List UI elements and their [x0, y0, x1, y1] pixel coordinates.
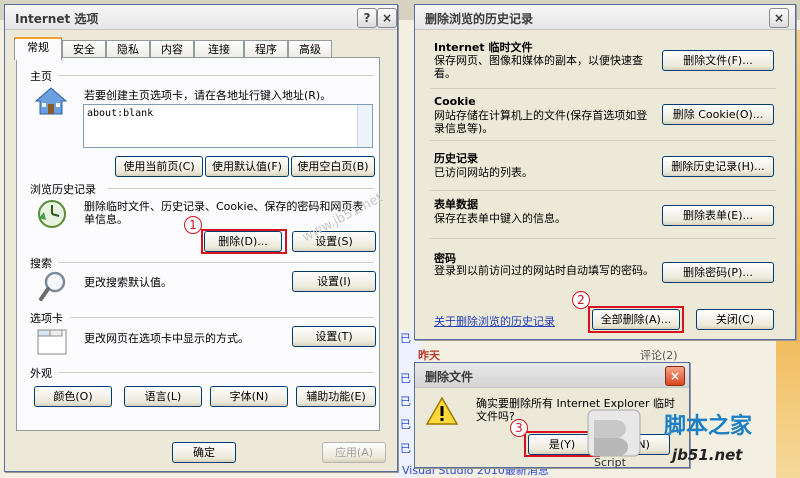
about-delete-history-link[interactable]: 关于删除浏览的历史记录 — [434, 313, 555, 329]
password-description: 登录到以前访问过的网站时自动填写的密码。 — [434, 264, 654, 277]
home-icon — [34, 87, 68, 115]
tabs-description: 更改网页在选项卡中显示的方式。 — [84, 332, 249, 345]
delete-history-title: 删除浏览的历史记录 — [425, 12, 534, 26]
bg-yesterday: 昨天 — [418, 349, 440, 362]
tabs-settings-button[interactable]: 设置(T) — [292, 326, 376, 347]
home-url-value: about:blank — [87, 108, 154, 119]
internet-options-titlebar: Internet 选项 ? × — [5, 5, 397, 30]
bg-snippet: 已 — [400, 418, 411, 431]
internet-options-title: Internet 选项 — [15, 12, 99, 26]
watermark-url: jb51.net — [672, 446, 743, 464]
close-button[interactable]: × — [665, 366, 685, 386]
colors-button[interactable]: 颜色(O) — [34, 386, 112, 407]
divider — [70, 317, 374, 318]
delete-cookies-button[interactable]: 删除 Cookie(O)... — [662, 104, 774, 125]
tab-content[interactable]: 内容 — [150, 40, 194, 58]
divider — [430, 238, 776, 239]
bg-snippet: 已 — [400, 395, 411, 408]
form-data-description: 保存在表单中键入的信息。 — [434, 212, 566, 225]
divider — [430, 190, 776, 191]
history-clock-icon — [38, 200, 66, 228]
annotation-marker-3: 3 — [510, 419, 528, 437]
search-settings-button[interactable]: 设置(I) — [292, 271, 376, 292]
search-description: 更改搜索默认值。 — [84, 276, 172, 289]
home-url-scrollbar[interactable] — [357, 105, 372, 147]
home-heading: 主页 — [30, 70, 52, 83]
divider — [430, 88, 776, 89]
fonts-button[interactable]: 字体(N) — [210, 386, 288, 407]
tabs-heading: 选项卡 — [30, 312, 63, 325]
search-heading: 搜索 — [30, 257, 52, 270]
delete-files-title: 删除文件 — [425, 370, 474, 384]
close-button[interactable]: × — [377, 8, 397, 28]
home-description: 若要创建主页选项卡，请在各地址行键入地址(R)。 — [84, 89, 332, 102]
appearance-heading: 外观 — [30, 367, 52, 380]
bg-snippet: 已 — [400, 442, 411, 455]
close-dialog-button[interactable]: 关闭(C) — [696, 309, 774, 330]
tab-programs[interactable]: 程序 — [244, 40, 288, 58]
annotation-marker-1: 1 — [184, 216, 202, 234]
divider — [58, 372, 374, 373]
annotation-highlight-1 — [201, 229, 287, 254]
warning-icon — [426, 396, 458, 425]
watermark-brand: 脚本之家 — [664, 414, 753, 439]
tab-general[interactable]: 常规 — [14, 37, 62, 60]
tab-connections[interactable]: 连接 — [194, 40, 244, 58]
delete-files-titlebar: 删除文件 × — [415, 363, 689, 388]
temp-files-description: 保存网页、图像和媒体的副本，以便快速查看。 — [434, 54, 643, 80]
bg-snippet: 已 — [400, 332, 411, 345]
delete-files-message: 确实要删除所有 Internet Explorer 临时文件吗? — [476, 397, 675, 423]
accessibility-button[interactable]: 辅助功能(E) — [296, 386, 376, 407]
temp-files-heading: Internet 临时文件 — [434, 41, 533, 54]
divider — [430, 140, 776, 141]
delete-history-titlebar: 删除浏览的历史记录 × — [415, 5, 795, 30]
divider — [58, 262, 374, 263]
close-button[interactable]: × — [769, 8, 789, 28]
annotation-marker-2: 2 — [572, 291, 590, 309]
languages-button[interactable]: 语言(L) — [124, 386, 202, 407]
help-button[interactable]: ? — [357, 8, 377, 28]
tab-security[interactable]: 安全 — [62, 40, 106, 58]
divider — [108, 188, 374, 189]
history-heading: 浏览历史记录 — [30, 183, 96, 196]
delete-passwords-button[interactable]: 删除密码(P)... — [662, 262, 774, 283]
delete-files-button[interactable]: 删除文件(F)... — [662, 50, 774, 71]
ok-button[interactable]: 确定 — [172, 442, 236, 463]
annotation-highlight-2 — [588, 306, 684, 333]
use-blank-button[interactable]: 使用空白页(B) — [291, 156, 375, 177]
delete-forms-button[interactable]: 删除表单(E)... — [662, 205, 774, 226]
bg-snippet: 已 — [400, 372, 411, 385]
watermark-script: Script — [594, 456, 626, 469]
tabs-icon — [37, 329, 67, 355]
divider — [58, 75, 374, 76]
use-current-button[interactable]: 使用当前页(C) — [115, 156, 203, 177]
cookie-description: 网站存储在计算机上的文件(保存首选项如登录信息等)。 — [434, 109, 648, 135]
tab-privacy[interactable]: 隐私 — [106, 40, 150, 58]
apply-button: 应用(A) — [322, 442, 386, 463]
tab-advanced[interactable]: 高级 — [288, 40, 332, 58]
delete-history-list-button[interactable]: 删除历史记录(H)... — [662, 156, 774, 177]
search-icon — [39, 271, 66, 301]
bg-comments[interactable]: 评论(2) — [640, 347, 678, 363]
use-default-button[interactable]: 使用默认值(F) — [205, 156, 289, 177]
cookie-heading: Cookie — [434, 95, 476, 108]
history-list-description: 已访问网站的列表。 — [434, 166, 533, 179]
home-url-textarea[interactable]: about:blank — [83, 104, 373, 148]
